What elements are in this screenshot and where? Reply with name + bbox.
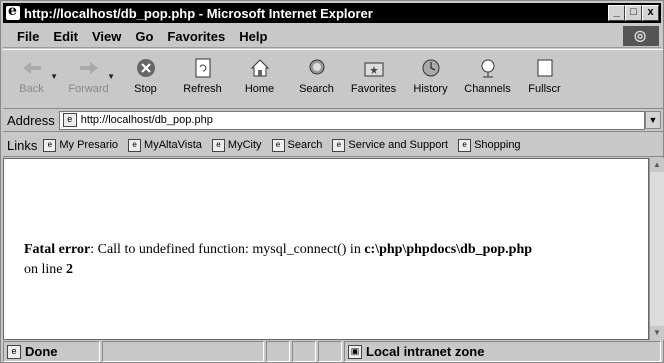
search-label: Search <box>299 83 334 95</box>
search-button[interactable]: Search <box>288 50 345 108</box>
zone-text: Local intranet zone <box>366 344 485 359</box>
error-message: Fatal error: Call to undefined function:… <box>24 240 634 280</box>
close-button[interactable]: x <box>642 5 659 21</box>
stop-button[interactable]: Stop <box>117 50 174 108</box>
home-label: Home <box>244 83 275 95</box>
error-text: : Call to undefined function: mysql_conn… <box>90 242 365 257</box>
forward-dropdown-icon[interactable]: ▼ <box>107 72 115 81</box>
menu-go[interactable]: Go <box>135 29 153 44</box>
address-bar: Address e http://localhost/db_pop.php ▼ <box>3 109 663 132</box>
forward-arrow-icon <box>77 56 101 80</box>
intranet-zone-icon: ▣ <box>348 344 362 359</box>
error-path: c:\php\phpdocs\db_pop.php <box>364 242 533 257</box>
vertical-scrollbar[interactable]: ▲ ▼ <box>649 158 664 340</box>
maximize-button[interactable]: □ <box>625 5 642 21</box>
title-bar: http://localhost/db_pop.php - Microsoft … <box>3 3 661 23</box>
page-icon: e <box>7 344 21 359</box>
channels-button[interactable]: Channels <box>459 50 516 108</box>
link-search[interactable]: e Search <box>271 138 322 152</box>
window-title: http://localhost/db_pop.php - Microsoft … <box>24 5 373 21</box>
page-icon: e <box>211 138 225 152</box>
channels-label: Channels <box>464 83 511 95</box>
minimize-button[interactable]: _ <box>608 5 625 21</box>
status-zone: ▣ Local intranet zone <box>344 341 661 362</box>
status-cell <box>318 341 342 362</box>
back-dropdown-icon[interactable]: ▼ <box>50 72 58 81</box>
page-icon: e <box>62 113 77 127</box>
address-label: Address <box>7 112 55 128</box>
link-service-and-support[interactable]: e Service and Support <box>332 138 448 152</box>
stop-label: Stop <box>134 83 157 95</box>
address-value: http://localhost/db_pop.php <box>80 114 213 126</box>
history-label: History <box>413 83 448 95</box>
menu-bar: File Edit View Go Favorites Help <box>3 25 661 48</box>
line-number: 2 <box>66 262 73 277</box>
favorites-label: Favorites <box>350 83 397 95</box>
address-input[interactable]: e http://localhost/db_pop.php <box>58 110 645 130</box>
menu-view[interactable]: View <box>92 29 121 44</box>
status-progress <box>102 341 264 362</box>
page-icon: e <box>332 138 346 152</box>
status-text: Done <box>25 344 58 359</box>
menu-help[interactable]: Help <box>239 29 267 44</box>
stop-icon <box>134 56 158 80</box>
page-icon: e <box>458 138 472 152</box>
back-button[interactable]: Back ▼ <box>3 50 60 108</box>
status-done: e Done <box>3 341 100 362</box>
fullscreen-icon <box>533 56 557 80</box>
page-content: Fatal error: Call to undefined function:… <box>3 158 649 340</box>
forward-button[interactable]: Forward ▼ <box>60 50 117 108</box>
menu-edit[interactable]: Edit <box>53 29 78 44</box>
history-button[interactable]: History <box>402 50 459 108</box>
ie-logo-icon <box>6 3 20 20</box>
menu-file[interactable]: File <box>17 29 39 44</box>
link-my-presario[interactable]: e My Presario <box>43 138 118 152</box>
home-icon <box>248 56 272 80</box>
history-icon <box>419 56 443 80</box>
links-bar: Links e My Presario e MyAltaVista e MyCity … <box>3 134 663 157</box>
fullscreen-label: Fullscr <box>528 83 561 95</box>
fullscreen-button[interactable]: Fullscr <box>516 50 573 108</box>
toolbar: Back ▼ Forward ▼ Stop Refresh Home Searc… <box>3 49 663 109</box>
status-cell <box>266 341 290 362</box>
scroll-up-icon[interactable]: ▲ <box>650 158 664 172</box>
link-myaltavista[interactable]: e MyAltaVista <box>128 138 202 152</box>
channels-icon <box>476 56 500 80</box>
status-cell <box>292 341 316 362</box>
page-icon: e <box>43 138 57 152</box>
address-dropdown-button[interactable]: ▼ <box>645 111 661 129</box>
back-label: Back <box>19 83 44 95</box>
windows-logo-icon <box>623 26 659 46</box>
browser-window: http://localhost/db_pop.php - Microsoft … <box>0 0 664 363</box>
error-label: Fatal error <box>24 242 91 257</box>
back-arrow-icon <box>20 56 44 80</box>
link-shopping[interactable]: e Shopping <box>458 138 521 152</box>
page-icon: e <box>128 138 142 152</box>
status-bar: e Done ▣ Local intranet zone <box>3 341 663 362</box>
home-button[interactable]: Home <box>231 50 288 108</box>
favorites-icon <box>362 56 386 80</box>
search-icon <box>305 56 329 80</box>
favorites-button[interactable]: Favorites <box>345 50 402 108</box>
menu-favorites[interactable]: Favorites <box>167 29 225 44</box>
link-mycity[interactable]: e MyCity <box>211 138 262 152</box>
refresh-icon <box>191 56 215 80</box>
page-icon: e <box>271 138 285 152</box>
refresh-label: Refresh <box>183 83 222 95</box>
scroll-down-icon[interactable]: ▼ <box>650 326 664 340</box>
refresh-button[interactable]: Refresh <box>174 50 231 108</box>
line-text: on line <box>24 262 66 277</box>
forward-label: Forward <box>68 83 109 95</box>
window-controls: _ □ x <box>608 5 659 21</box>
links-label: Links <box>7 137 38 153</box>
